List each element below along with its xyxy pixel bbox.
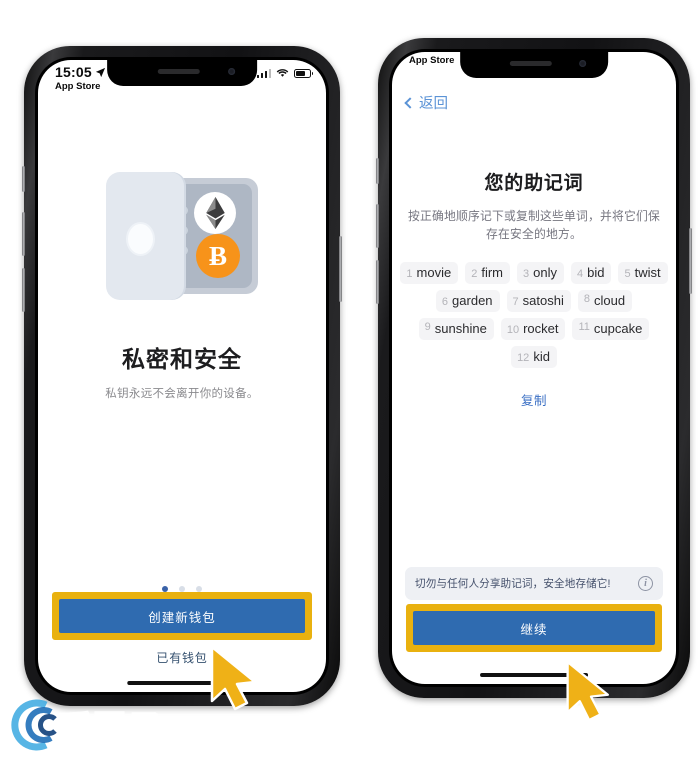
mnemonic-word-index: 4 [576, 267, 584, 280]
volume-up-button-right[interactable] [376, 204, 379, 248]
info-circle-icon[interactable]: i [638, 576, 653, 591]
page-title: 私密和安全 [122, 346, 242, 372]
continue-button-label: 继续 [520, 622, 548, 637]
mnemonic-word-text: twist [634, 264, 661, 280]
mnemonic-word-index: 1 [406, 267, 413, 280]
have-wallet-link[interactable]: 已有钱包 [38, 649, 326, 666]
copy-button[interactable]: 复制 [392, 390, 676, 409]
mnemonic-word-index: 12 [517, 351, 530, 364]
safe-knob [128, 224, 153, 254]
mnemonic-word-chip[interactable]: 1 movie [400, 261, 459, 284]
security-warning-banner: 切勿与任何人分享助记词，安全地存储它! i [405, 567, 663, 600]
volume-up-button[interactable] [22, 212, 25, 256]
earpiece-speaker [157, 69, 200, 74]
mnemonic-word-text: cupcake [593, 320, 643, 336]
phone-device-left: 15:05 App Store Ƀ 私密和安全 私钥永远不会离开你的设备。 创建… [22, 46, 342, 706]
mnemonic-word-text: kid [533, 348, 550, 364]
mnemonic-word-index: 8 [583, 292, 590, 305]
have-wallet-label: 已有钱包 [156, 651, 208, 665]
mnemonic-word-chip[interactable]: 12 kid [511, 345, 557, 368]
power-button-right[interactable] [689, 228, 692, 294]
safe-vault-illustration: Ƀ [38, 172, 326, 300]
mnemonic-word-text: movie [416, 264, 452, 280]
screen-right-content: 您的助记词 按正确地顺序记下或复制这些单词，并将它们保存在安全的地方。 1 mov… [392, 52, 676, 684]
notch-left [107, 60, 257, 86]
bitcoin-logo-icon: Ƀ [196, 234, 240, 278]
mnemonic-word-index: 6 [441, 295, 449, 308]
mnemonic-word-text: only [533, 264, 557, 280]
screen-left: 15:05 App Store Ƀ 私密和安全 私钥永远不会离开你的设备。 创建… [38, 60, 326, 692]
safe-door [106, 172, 184, 300]
mnemonic-word-index: 9 [424, 320, 431, 333]
mnemonic-word-chip[interactable]: 9 sunshine [418, 317, 494, 340]
continue-button[interactable]: 继续 [413, 611, 655, 645]
notch-right [460, 52, 608, 78]
phone-bezel-right: App Store 返回 您的助记词 按正确地顺序记下或复制这些单词，并将它们保… [389, 49, 679, 687]
mnemonic-word-text: cloud [593, 292, 626, 308]
mnemonic-word-text: garden [452, 292, 493, 308]
mnemonic-word-index: 3 [523, 267, 530, 280]
watermark: 币圈子 [2, 695, 163, 755]
earpiece-speaker-right [509, 61, 552, 66]
front-camera-right [578, 60, 586, 67]
mnemonic-word-chip[interactable]: 4 bid [570, 261, 612, 284]
front-camera [227, 68, 235, 75]
mnemonic-page-title: 您的助记词 [484, 173, 584, 194]
mnemonic-page-subtitle: 按正确地顺序记下或复制这些单词，并将它们保存在安全的地方。 [408, 209, 660, 242]
mnemonic-word-list: 1 movie 2 firm 3 only 4 bid 5 twist 6 garden 7 satosh… [400, 261, 668, 368]
phone-device-right: App Store 返回 您的助记词 按正确地顺序记下或复制这些单词，并将它们保… [376, 38, 692, 698]
mnemonic-word-text: sunshine [434, 320, 487, 336]
copy-button-label: 复制 [520, 393, 547, 408]
mute-switch[interactable] [22, 166, 25, 192]
mnemonic-word-chip[interactable]: 3 only [517, 261, 564, 284]
phone-bezel-left: 15:05 App Store Ƀ 私密和安全 私钥永远不会离开你的设备。 创建… [35, 57, 329, 695]
ethereum-logo-icon [194, 192, 236, 234]
screen-left-content: Ƀ 私密和安全 私钥永远不会离开你的设备。 创建新钱包 已有钱包 [38, 60, 326, 692]
mnemonic-word-chip[interactable]: 6 garden [435, 289, 500, 312]
create-wallet-label: 创建新钱包 [148, 610, 216, 625]
mnemonic-word-index: 5 [624, 267, 631, 280]
screenshot-canvas: 15:05 App Store Ƀ 私密和安全 私钥永远不会离开你的设备。 创建… [0, 0, 700, 757]
create-wallet-highlight: 创建新钱包 [52, 592, 312, 640]
create-wallet-button[interactable]: 创建新钱包 [59, 599, 305, 633]
power-button[interactable] [339, 236, 342, 302]
screen-right: App Store 返回 您的助记词 按正确地顺序记下或复制这些单词，并将它们保… [392, 52, 676, 684]
mnemonic-word-chip[interactable]: 2 firm [465, 261, 510, 284]
mnemonic-word-text: bid [587, 264, 605, 280]
mouse-cursor-arrow-right [566, 660, 610, 722]
mnemonic-word-text: rocket [523, 320, 559, 336]
continue-highlight: 继续 [406, 604, 662, 652]
mouse-cursor-arrow-left [210, 645, 257, 711]
volume-down-button-right[interactable] [376, 260, 379, 304]
mnemonic-word-chip[interactable]: 5 twist [618, 261, 668, 284]
mnemonic-word-chip[interactable]: 10 rocket [500, 317, 566, 340]
page-subtitle: 私钥永远不会离开你的设备。 [105, 388, 259, 400]
mnemonic-word-index: 7 [512, 295, 519, 308]
mnemonic-word-chip[interactable]: 8 cloud [577, 289, 633, 312]
mnemonic-word-index: 10 [506, 323, 520, 336]
mnemonic-word-index: 11 [578, 320, 590, 333]
watermark-text: 币圈子 [57, 707, 163, 747]
mnemonic-word-text: satoshi [522, 292, 564, 308]
mute-switch-right[interactable] [376, 158, 379, 184]
mnemonic-word-index: 2 [471, 267, 478, 280]
mnemonic-word-chip[interactable]: 11 cupcake [572, 317, 650, 340]
security-warning-text: 切勿与任何人分享助记词，安全地存储它! [415, 578, 611, 590]
mnemonic-word-text: firm [481, 264, 503, 280]
volume-down-button[interactable] [22, 268, 25, 312]
bitcoin-glyph: Ƀ [208, 240, 227, 271]
mnemonic-word-chip[interactable]: 7 satoshi [506, 289, 571, 312]
